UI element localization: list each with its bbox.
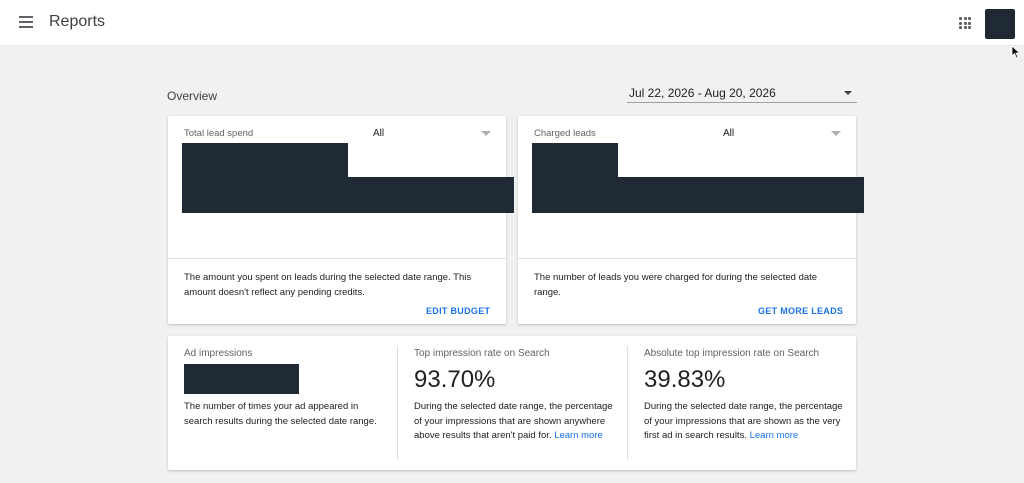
leads-filter-select[interactable]: All <box>723 128 734 139</box>
top-impression-rate-value: 93.70% <box>414 366 496 393</box>
learn-more-link[interactable]: Learn more <box>750 430 799 441</box>
chevron-down-icon[interactable] <box>831 131 841 136</box>
card-label: Total lead spend <box>184 128 254 139</box>
redacted-value <box>182 143 348 177</box>
redacted-value <box>184 364 299 394</box>
absolute-top-impression-rate-description: During the selected date range, the perc… <box>644 400 844 444</box>
avatar[interactable] <box>985 9 1015 39</box>
redacted-value <box>532 143 618 177</box>
apps-grid-icon[interactable] <box>959 17 971 29</box>
card-description: The amount you spent on leads during the… <box>184 272 472 298</box>
redacted-value <box>532 177 864 213</box>
ad-impressions-label: Ad impressions <box>184 348 253 359</box>
get-more-leads-button[interactable]: GET MORE LEADS <box>758 306 843 316</box>
learn-more-link[interactable]: Learn more <box>554 430 603 441</box>
charged-leads-card: Charged leads All The number of leads yo… <box>518 116 864 324</box>
divider <box>518 258 856 259</box>
chevron-down-icon[interactable] <box>481 131 491 136</box>
dropdown-caret-icon <box>844 91 852 95</box>
metrics-card: Ad impressions The number of times your … <box>168 336 856 470</box>
redacted-value <box>182 177 514 213</box>
description-text: During the selected date range, the perc… <box>644 401 843 441</box>
divider <box>168 258 506 259</box>
top-impression-rate-label: Top impression rate on Search <box>414 348 550 359</box>
top-impression-rate-description: During the selected date range, the perc… <box>414 400 614 444</box>
total-lead-spend-card: Total lead spend All The amount you spen… <box>168 116 514 324</box>
top-app-bar: Reports <box>0 0 1024 46</box>
absolute-top-impression-rate-label: Absolute top impression rate on Search <box>644 348 820 359</box>
hamburger-menu-icon[interactable] <box>19 16 33 28</box>
spend-filter-select[interactable]: All <box>373 128 384 139</box>
column-divider <box>627 346 628 460</box>
date-range-value: Jul 22, 2026 - Aug 20, 2026 <box>629 86 776 100</box>
card-label: Charged leads <box>534 128 596 139</box>
ad-impressions-description: The number of times your ad appeared in … <box>184 401 377 427</box>
overview-heading: Overview <box>167 89 218 103</box>
date-range-selector[interactable]: Jul 22, 2026 - Aug 20, 2026 <box>627 84 857 103</box>
column-divider <box>397 346 398 460</box>
card-description: The number of leads you were charged for… <box>534 272 818 298</box>
edit-budget-button[interactable]: EDIT BUDGET <box>426 306 490 316</box>
mouse-cursor-icon <box>1011 45 1021 59</box>
page-title: Reports <box>49 13 106 30</box>
absolute-top-impression-rate-value: 39.83% <box>644 366 726 393</box>
